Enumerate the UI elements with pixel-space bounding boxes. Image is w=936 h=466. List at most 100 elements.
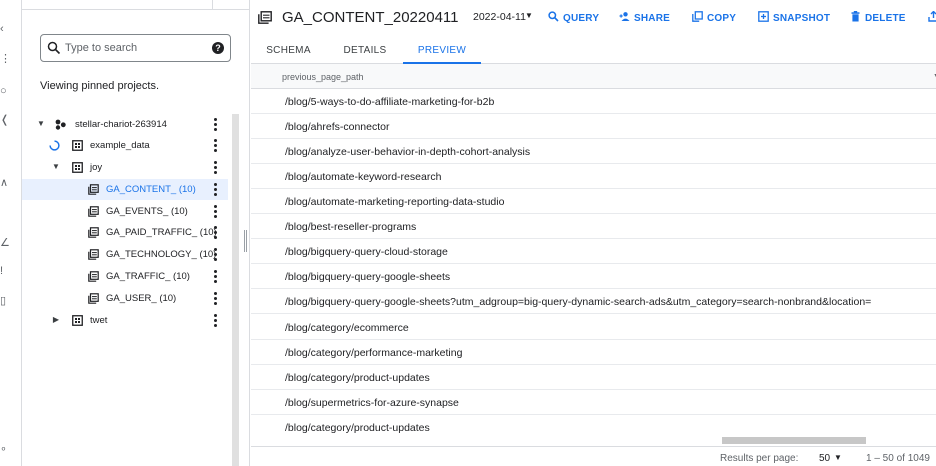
tree-item-label: joy [90, 162, 103, 173]
export-button[interactable] [928, 11, 936, 25]
nav-rail-icon[interactable]: ‹ [0, 22, 12, 36]
tree-item-label: GA_EVENTS_ (10) [106, 206, 188, 217]
tree-item-table[interactable]: GA_USER_ (10) [22, 288, 228, 309]
share-button-label: SHARE [634, 13, 671, 24]
nav-rail-icon[interactable]: ❬ [0, 113, 12, 127]
table-row: /blog/supermetrics-for-azure-synapse [251, 390, 936, 415]
tree-item-dataset[interactable]: ▼ joy [22, 157, 228, 178]
copy-icon [692, 11, 703, 22]
table-cell: /blog/category/performance-marketing [285, 347, 463, 359]
table-header-bar: GA_CONTENT_20220411 2022-04-11 ▼ QUERY S… [251, 0, 936, 36]
navigation-rail: ‹ ⋮ ○ ❬ ∧ ∠ ! ▯ ∘ [0, 0, 22, 466]
more-vert-icon[interactable] [212, 270, 218, 283]
more-vert-icon[interactable] [212, 183, 218, 196]
project-icon [55, 119, 66, 130]
tree-item-table[interactable]: GA_TRAFFIC_ (10) [22, 266, 228, 287]
share-button[interactable]: SHARE [619, 11, 670, 25]
column-header: previous_page_path ▼ [251, 64, 936, 89]
table-cell: /blog/supermetrics-for-azure-synapse [285, 397, 459, 409]
nav-rail-icon[interactable]: ○ [0, 84, 12, 98]
tab-bar: SCHEMA DETAILS PREVIEW [251, 37, 936, 64]
help-icon[interactable]: ? [212, 42, 224, 54]
table-row: /blog/ahrefs-connector [251, 114, 936, 139]
tree-item-dataset[interactable]: ▶ twet [22, 310, 228, 331]
results-per-page-label: Results per page: [720, 453, 799, 464]
panel-resize-handle[interactable] [244, 230, 247, 252]
chevron-right-icon[interactable]: ▶ [51, 315, 61, 325]
explorer-top-bar [22, 0, 250, 10]
tree-item-label: example_data [90, 140, 150, 151]
nav-rail-icon[interactable]: ∘ [0, 442, 12, 456]
search-icon [47, 41, 61, 55]
search-box: ? [40, 34, 231, 62]
table-cell: /blog/ahrefs-connector [285, 121, 390, 133]
query-button[interactable]: QUERY [548, 11, 599, 25]
tab-details[interactable]: DETAILS [327, 37, 403, 64]
table-icon [88, 271, 99, 282]
nav-rail-icon[interactable]: ! [0, 264, 12, 278]
table-row: /blog/bigquery-query-cloud-storage [251, 239, 936, 264]
delete-button-label: DELETE [865, 13, 906, 24]
more-vert-icon[interactable] [212, 139, 218, 152]
caret-down-icon[interactable]: ▼ [834, 453, 842, 462]
snapshot-button-label: SNAPSHOT [773, 13, 831, 24]
table-row: /blog/5-ways-to-do-affiliate-marketing-f… [251, 89, 936, 114]
dataset-icon [72, 162, 83, 173]
snapshot-button[interactable]: SNAPSHOT [758, 11, 830, 25]
date-selector[interactable]: 2022-04-11 [473, 11, 526, 23]
tree-item-label: GA_USER_ (10) [106, 293, 177, 304]
explorer-scrollbar[interactable] [232, 114, 239, 466]
table-row: /blog/best-reseller-programs [251, 214, 936, 239]
delete-button[interactable]: DELETE [850, 11, 906, 25]
more-vert-icon[interactable] [212, 161, 218, 174]
dataset-icon [72, 315, 83, 326]
search-input[interactable] [65, 39, 205, 57]
pagination-range: 1 – 50 of 1049 [866, 453, 930, 464]
tree-item-table[interactable]: GA_EVENTS_ (10) [22, 201, 228, 222]
tree-item-project[interactable]: ▼ stellar-chariot-263914 [22, 114, 228, 135]
table-cell: /blog/best-reseller-programs [285, 221, 417, 233]
table-row: /blog/automate-marketing-reporting-data-… [251, 189, 936, 214]
page-title: GA_CONTENT_20220411 [282, 9, 459, 26]
nav-rail-icon[interactable]: ∧ [0, 176, 12, 190]
table-icon [88, 227, 99, 238]
tab-schema[interactable]: SCHEMA [251, 37, 326, 64]
tab-preview[interactable]: PREVIEW [403, 37, 481, 64]
nav-rail-icon[interactable]: ∠ [0, 236, 12, 250]
more-vert-icon[interactable] [212, 314, 218, 327]
column-header-label: previous_page_path [282, 72, 364, 82]
table-row: /blog/category/performance-marketing [251, 340, 936, 365]
search-icon [548, 11, 559, 22]
tree-item-label: GA_CONTENT_ (10) [106, 184, 196, 195]
more-vert-icon[interactable] [212, 118, 218, 131]
tree-item-table[interactable]: GA_PAID_TRAFFIC_ (10) [22, 222, 228, 243]
table-icon [88, 184, 99, 195]
copy-button[interactable]: COPY [692, 11, 736, 25]
table-cell: /blog/bigquery-query-cloud-storage [285, 246, 448, 258]
tree-item-table[interactable]: GA_TECHNOLOGY_ (10) [22, 244, 228, 265]
trash-icon [851, 11, 860, 22]
horizontal-scrollbar[interactable] [722, 437, 866, 444]
table-icon [88, 206, 99, 217]
chevron-down-icon[interactable]: ▼ [36, 119, 46, 129]
more-vert-icon[interactable] [212, 248, 218, 261]
table-cell: /blog/5-ways-to-do-affiliate-marketing-f… [285, 96, 495, 108]
main-panel: GA_CONTENT_20220411 2022-04-11 ▼ QUERY S… [251, 0, 936, 466]
table-cell: /blog/automate-marketing-reporting-data-… [285, 196, 505, 208]
table-cell: /blog/category/product-updates [285, 372, 430, 384]
more-vert-icon[interactable] [212, 205, 218, 218]
results-per-page-select[interactable]: 50 [819, 453, 830, 464]
caret-down-icon[interactable]: ▼ [525, 11, 533, 20]
nav-rail-icon[interactable]: ⋮ [0, 52, 12, 66]
table-icon [88, 249, 99, 260]
tree-item-label: GA_PAID_TRAFFIC_ (10) [106, 227, 217, 238]
tree-item-table[interactable]: GA_CONTENT_ (10) [22, 179, 228, 200]
tree-item-dataset[interactable]: example_data [22, 135, 228, 156]
more-vert-icon[interactable] [212, 292, 218, 305]
nav-rail-icon[interactable]: ▯ [0, 294, 12, 308]
chevron-down-icon[interactable]: ▼ [51, 162, 61, 172]
copy-button-label: COPY [707, 13, 737, 24]
table-row: /blog/bigquery-query-google-sheets?utm_a… [251, 289, 936, 314]
snapshot-icon [758, 11, 769, 22]
more-vert-icon[interactable] [212, 226, 218, 239]
